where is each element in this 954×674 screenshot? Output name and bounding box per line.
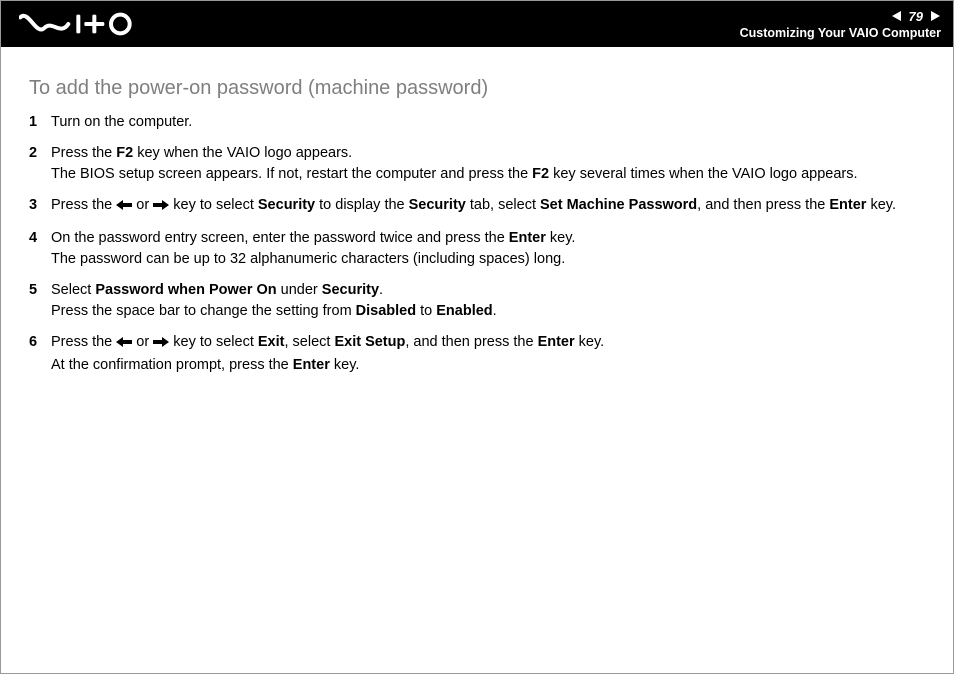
page-navigator: 79 bbox=[891, 9, 941, 24]
step-body: Press the or key to select Security to d… bbox=[51, 195, 925, 218]
text: Press the bbox=[51, 334, 116, 350]
text: , and then press the bbox=[405, 334, 537, 350]
bold-exit: Exit bbox=[258, 334, 285, 350]
step-body: Press the F2 key when the VAIO logo appe… bbox=[51, 143, 925, 185]
key-enter: Enter bbox=[293, 357, 330, 373]
text: key to select bbox=[169, 334, 258, 350]
page-number: 79 bbox=[909, 9, 923, 24]
step-3: 3 Press the or key to select Security to… bbox=[29, 195, 925, 218]
text: key. bbox=[330, 357, 360, 373]
text: Press the bbox=[51, 145, 116, 161]
key-enter: Enter bbox=[829, 197, 866, 213]
text: , and then press the bbox=[697, 197, 829, 213]
key-enter: Enter bbox=[509, 230, 546, 246]
step-2: 2 Press the F2 key when the VAIO logo ap… bbox=[29, 143, 925, 185]
step-body: Select Password when Power On under Secu… bbox=[51, 280, 925, 322]
text: On the password entry screen, enter the … bbox=[51, 230, 509, 246]
steps-list: 1 Turn on the computer. 2 Press the F2 k… bbox=[29, 112, 925, 376]
text: tab, select bbox=[466, 197, 540, 213]
header-bar: 79 Customizing Your VAIO Computer bbox=[1, 1, 953, 47]
text: key. bbox=[546, 230, 576, 246]
key-enter: Enter bbox=[538, 334, 575, 350]
text: , select bbox=[284, 334, 334, 350]
step-number: 4 bbox=[29, 228, 51, 249]
step-number: 2 bbox=[29, 143, 51, 164]
content-area: To add the power-on password (machine pa… bbox=[1, 47, 953, 376]
vaio-logo bbox=[19, 12, 139, 36]
step-number: 1 bbox=[29, 112, 51, 133]
text: Press the bbox=[51, 197, 116, 213]
bold-set-machine-password: Set Machine Password bbox=[540, 197, 697, 213]
section-title: Customizing Your VAIO Computer bbox=[740, 26, 941, 40]
text: The password can be up to 32 alphanumeri… bbox=[51, 251, 565, 267]
step-body: Turn on the computer. bbox=[51, 112, 925, 133]
bold-disabled: Disabled bbox=[356, 303, 416, 319]
text: Turn on the computer. bbox=[51, 114, 192, 130]
text: to display the bbox=[315, 197, 409, 213]
page-heading: To add the power-on password (machine pa… bbox=[29, 77, 925, 100]
prev-page-icon[interactable] bbox=[891, 10, 903, 22]
step-4: 4 On the password entry screen, enter th… bbox=[29, 228, 925, 270]
arrow-left-icon bbox=[116, 334, 132, 355]
text: key several times when the VAIO logo app… bbox=[549, 166, 857, 182]
bold-security: Security bbox=[258, 197, 315, 213]
text: key. bbox=[866, 197, 896, 213]
key-f2: F2 bbox=[116, 145, 133, 161]
bold-security: Security bbox=[409, 197, 466, 213]
step-1: 1 Turn on the computer. bbox=[29, 112, 925, 133]
text: under bbox=[277, 282, 322, 298]
next-page-icon[interactable] bbox=[929, 10, 941, 22]
arrow-left-icon bbox=[116, 197, 132, 218]
text: or bbox=[132, 197, 153, 213]
step-5: 5 Select Password when Power On under Se… bbox=[29, 280, 925, 322]
text: key. bbox=[575, 334, 605, 350]
step-number: 5 bbox=[29, 280, 51, 301]
bold-exit-setup: Exit Setup bbox=[334, 334, 405, 350]
arrow-right-icon bbox=[153, 197, 169, 218]
text: At the confirmation prompt, press the bbox=[51, 357, 293, 373]
bold-password-when-power-on: Password when Power On bbox=[95, 282, 276, 298]
text: Press the space bar to change the settin… bbox=[51, 303, 356, 319]
arrow-right-icon bbox=[153, 334, 169, 355]
text: The BIOS setup screen appears. If not, r… bbox=[51, 166, 532, 182]
text: . bbox=[493, 303, 497, 319]
header-right: 79 Customizing Your VAIO Computer bbox=[740, 9, 941, 40]
key-f2: F2 bbox=[532, 166, 549, 182]
text: Select bbox=[51, 282, 95, 298]
text: to bbox=[416, 303, 436, 319]
text: key when the VAIO logo appears. bbox=[133, 145, 352, 161]
step-number: 3 bbox=[29, 195, 51, 216]
bold-security: Security bbox=[322, 282, 379, 298]
step-body: Press the or key to select Exit, select … bbox=[51, 332, 925, 376]
step-number: 6 bbox=[29, 332, 51, 353]
step-body: On the password entry screen, enter the … bbox=[51, 228, 925, 270]
step-6: 6 Press the or key to select Exit, selec… bbox=[29, 332, 925, 376]
text: . bbox=[379, 282, 383, 298]
text: key to select bbox=[169, 197, 258, 213]
bold-enabled: Enabled bbox=[436, 303, 492, 319]
text: or bbox=[132, 334, 153, 350]
document-page: 79 Customizing Your VAIO Computer To add… bbox=[0, 0, 954, 674]
